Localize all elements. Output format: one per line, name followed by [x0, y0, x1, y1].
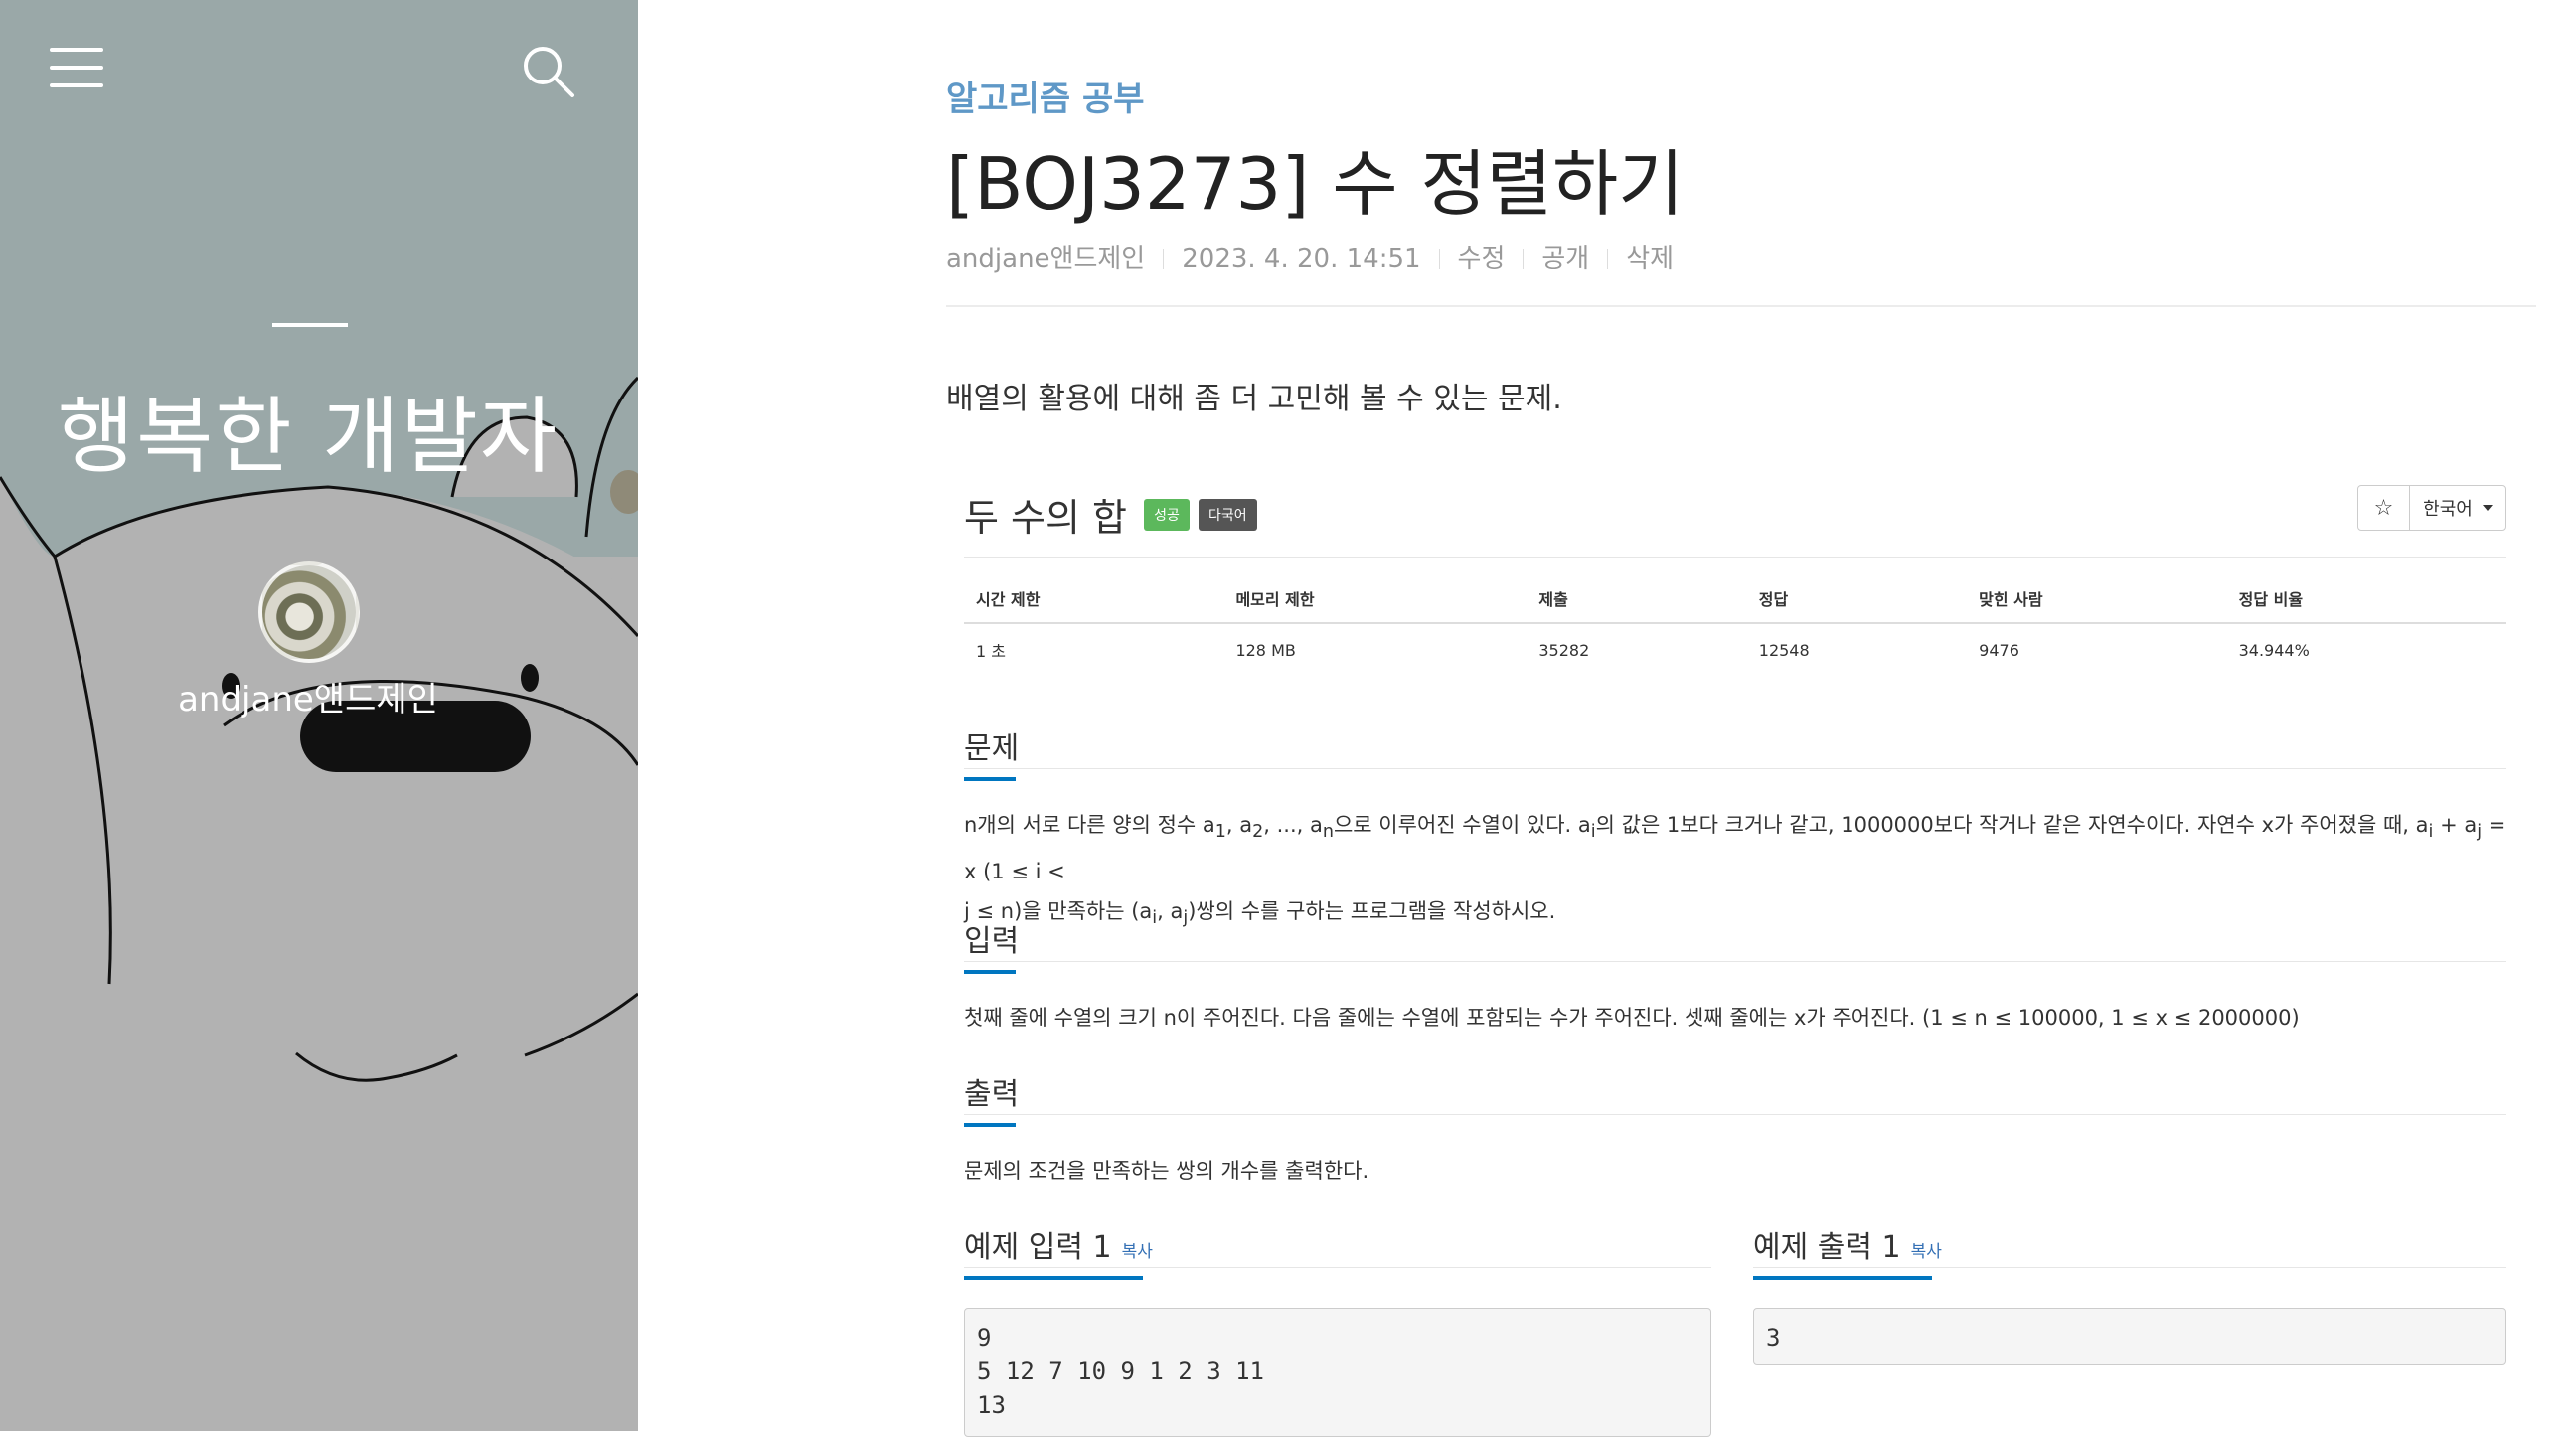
meta-separator: [1523, 249, 1525, 269]
subscript: n: [1322, 822, 1334, 843]
language-badge: 다국어: [1198, 498, 1257, 531]
sample-input-title: 예제 입력 1 복사: [964, 1222, 1153, 1280]
text-run: 으로 이루어진 수열이 있다. a: [1333, 813, 1591, 837]
table-header-cell: 제출: [1527, 586, 1747, 624]
section-title-problem: 문제: [964, 723, 1020, 781]
table-cell: 35282: [1538, 640, 1590, 660]
section-title-input: 입력: [964, 916, 1020, 974]
sample-input-box[interactable]: 9 5 12 7 10 9 1 2 3 11 13: [964, 1308, 1711, 1437]
sidebar: 행복한 개발자 andjane앤드제인: [0, 0, 638, 1431]
section-underline: [964, 777, 1016, 781]
text-run: )쌍의 수를 구하는 프로그램을 작성하시오.: [1188, 899, 1556, 924]
delete-link[interactable]: 삭제: [1626, 244, 1674, 274]
problem-description: n개의 서로 다른 양의 정수 a1, a2, ..., an으로 이루어진 수…: [964, 805, 2506, 938]
meta-author: andjane앤드제인: [946, 244, 1146, 274]
section-underline: [964, 1276, 1143, 1280]
text-run: n개의 서로 다른 양의 정수 a: [964, 813, 1215, 837]
status-badge: 성공: [1144, 498, 1190, 531]
section-title-text: 문제: [964, 731, 1020, 766]
language-label: 한국어: [2423, 499, 2473, 520]
section-divider: [964, 961, 2506, 962]
table-header-cell: 시간 제한: [964, 586, 1224, 624]
table-row: 1 초 128 MB 35282 12548 9476 34.944%: [964, 623, 2506, 672]
blog-title[interactable]: 행복한 개발자: [0, 370, 616, 490]
section-title-output: 출력: [964, 1069, 1020, 1127]
visibility-link[interactable]: 공개: [1541, 244, 1589, 274]
table-cell: 34.944%: [2238, 640, 2310, 660]
avatar[interactable]: [258, 561, 360, 663]
meta-date: 2023. 4. 20. 14:51: [1182, 244, 1421, 274]
table-cell: 1 초: [976, 642, 1006, 661]
problem-name: 두 수의 합: [964, 496, 1127, 540]
subscript: 2: [1252, 822, 1264, 843]
search-icon: [524, 47, 574, 97]
table-cell: 128 MB: [1235, 640, 1296, 660]
input-description: 첫째 줄에 수열의 크기 n이 주어진다. 다음 줄에는 수열에 포함되는 수가…: [964, 1006, 2300, 1030]
problem-header: 두 수의 합 성공 다국어: [964, 487, 1257, 542]
section-divider: [1753, 1267, 2506, 1268]
problem-tools: ☆ 한국어: [2357, 485, 2506, 531]
text-run: + a: [2433, 813, 2478, 837]
copy-button[interactable]: 복사: [1122, 1242, 1153, 1262]
title-divider: [272, 323, 348, 327]
section-title-text: 입력: [964, 924, 1020, 959]
section-title-text: 예제 출력 1: [1753, 1230, 1901, 1265]
post-meta: andjane앤드제인 2023. 4. 20. 14:51 수정 공개 삭제: [946, 239, 1674, 275]
table-header-cell: 정답 비율: [2226, 586, 2506, 624]
post-content: 알고리즘 공부 [BOJ3273] 수 정렬하기 andjane앤드제인 2023…: [946, 0, 2536, 1437]
star-button[interactable]: ☆: [2358, 486, 2410, 530]
section-underline: [964, 1123, 1016, 1127]
copy-button[interactable]: 복사: [1911, 1242, 1942, 1262]
post-category[interactable]: 알고리즘 공부: [946, 72, 1145, 120]
section-divider: [964, 1267, 1711, 1268]
table-cell: 9476: [1979, 640, 2019, 660]
sample-output-box[interactable]: 3: [1753, 1308, 2506, 1365]
output-description: 문제의 조건을 만족하는 쌍의 개수를 출력한다.: [964, 1159, 1369, 1183]
search-button[interactable]: [521, 44, 576, 99]
section-underline: [964, 970, 1016, 974]
title-divider-line: [946, 305, 2536, 307]
meta-separator: [1163, 249, 1165, 269]
section-divider: [964, 1114, 2506, 1115]
section-title-text: 예제 입력 1: [964, 1230, 1112, 1265]
menu-button[interactable]: [50, 48, 103, 91]
sample-output-title: 예제 출력 1 복사: [1753, 1222, 1942, 1280]
page-title: [BOJ3273] 수 정렬하기: [946, 142, 1685, 226]
table-header-row: 시간 제한 메모리 제한 제출 정답 맞힌 사람 정답 비율: [964, 586, 2506, 624]
text-run: 의 값은 1보다 크거나 같고, 1000000보다 작거나 같은 자연수이다.…: [1595, 813, 2429, 837]
edit-link[interactable]: 수정: [1458, 244, 1506, 274]
problem-info-table: 시간 제한 메모리 제한 제출 정답 맞힌 사람 정답 비율 1 초 128 M…: [964, 586, 2506, 672]
author-name[interactable]: andjane앤드제인: [0, 672, 616, 720]
table-header-cell: 맞힌 사람: [1967, 586, 2227, 624]
hamburger-icon-bar: [50, 83, 103, 87]
chevron-down-icon: [2482, 505, 2493, 511]
table-cell: 12548: [1758, 640, 1810, 660]
table-header-cell: 정답: [1746, 586, 1968, 624]
text-run: , ..., a: [1263, 813, 1323, 837]
section-underline: [1753, 1276, 1932, 1280]
language-dropdown[interactable]: 한국어: [2410, 486, 2505, 530]
table-header-cell: 메모리 제한: [1223, 586, 1528, 624]
header-divider: [964, 557, 2506, 558]
meta-separator: [1438, 249, 1440, 269]
hamburger-icon-bar: [50, 48, 103, 52]
star-icon: ☆: [2373, 495, 2394, 521]
subscript: 1: [1214, 822, 1226, 843]
meta-separator: [1607, 249, 1609, 269]
hamburger-icon-bar: [50, 66, 103, 70]
section-divider: [964, 768, 2506, 769]
section-title-text: 출력: [964, 1077, 1020, 1112]
post-intro: 배열의 활용에 대해 좀 더 고민해 볼 수 있는 문제.: [946, 382, 1562, 416]
text-run: , a: [1157, 899, 1184, 924]
text-run: , a: [1225, 813, 1253, 837]
